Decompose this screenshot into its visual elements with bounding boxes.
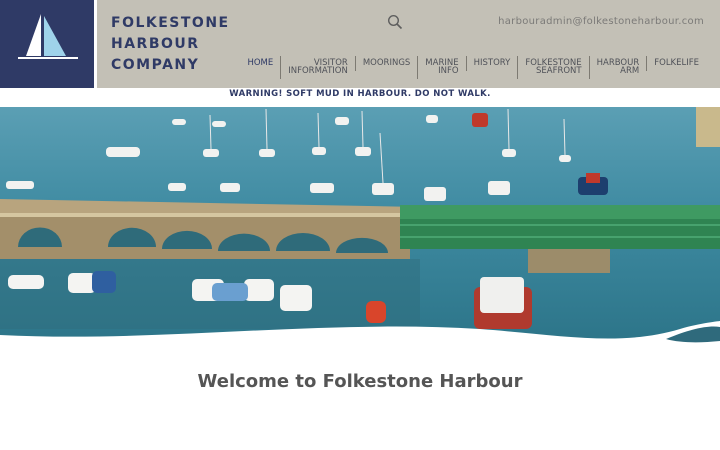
- main-nav: HOME VISITOR INFORMATION MOORINGS MARINE…: [240, 56, 706, 79]
- nav-moorings[interactable]: MOORINGS: [354, 56, 417, 71]
- email-link[interactable]: harbouradmin@folkestoneharbour.com: [498, 16, 704, 27]
- welcome-heading: Welcome to Folkestone Harbour: [197, 371, 523, 392]
- nav-harbour-arm[interactable]: HARBOUR ARM: [588, 56, 647, 79]
- harbour-photo: [0, 107, 720, 347]
- hero-image: [0, 107, 720, 347]
- nav-history[interactable]: HISTORY: [465, 56, 518, 71]
- logo[interactable]: [0, 0, 94, 88]
- nav-marine-info[interactable]: MARINE INFO: [417, 56, 465, 79]
- nav-home[interactable]: HOME: [240, 56, 280, 71]
- search-icon[interactable]: [387, 14, 403, 30]
- brand-line-1: FOLKESTONE: [111, 15, 230, 31]
- site-header: FOLKESTONE HARBOUR COMPANY harbouradmin@…: [0, 0, 720, 88]
- brand-line-2: HARBOUR: [111, 36, 200, 52]
- nav-folkestone-seafront[interactable]: FOLKESTONE SEAFRONT: [517, 56, 588, 79]
- nav-visitor-information[interactable]: VISITOR INFORMATION: [280, 56, 355, 79]
- warning-banner: WARNING! SOFT MUD IN HARBOUR. DO NOT WAL…: [229, 89, 491, 99]
- sailboat-logo-icon: [18, 14, 78, 59]
- nav-folkelife[interactable]: FOLKELIFE: [646, 56, 706, 71]
- header-divider: [94, 0, 97, 88]
